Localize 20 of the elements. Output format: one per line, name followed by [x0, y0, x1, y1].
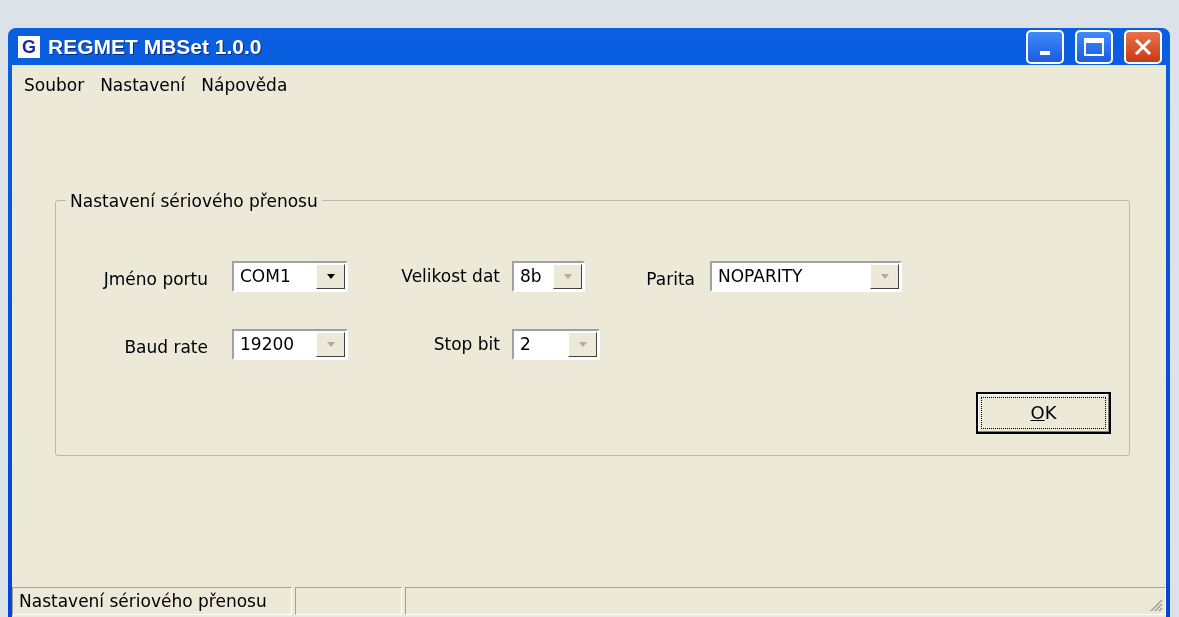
minimize-button[interactable] [1026, 29, 1064, 64]
dropdown[interactable]: COM1 [232, 261, 348, 293]
field-label: Velikost dat [400, 265, 501, 288]
maximize-button[interactable] [1075, 29, 1113, 64]
field-label: Jméno portu [102, 268, 209, 291]
menu-item[interactable]: Nastavení [92, 69, 194, 100]
field-label: Baud rate [123, 335, 209, 359]
close-button[interactable] [1124, 29, 1162, 64]
menu-item[interactable]: Nápověda [193, 69, 296, 100]
field-label: Parita [645, 268, 696, 291]
minimize-icon [1040, 50, 1050, 55]
window-title: REGMET MBSet 1.0.0 [48, 33, 262, 60]
resize-grip-icon [1149, 598, 1163, 612]
maximize-icon [1083, 36, 1105, 57]
ok-button[interactable]: OK [976, 392, 1111, 434]
field-label: Stop bit [432, 332, 501, 356]
app-icon: G [18, 35, 40, 58]
menu-item[interactable]: Soubor [16, 69, 93, 100]
status-text: Nastavení sériového přenosu [12, 587, 292, 615]
close-icon [1133, 36, 1153, 57]
